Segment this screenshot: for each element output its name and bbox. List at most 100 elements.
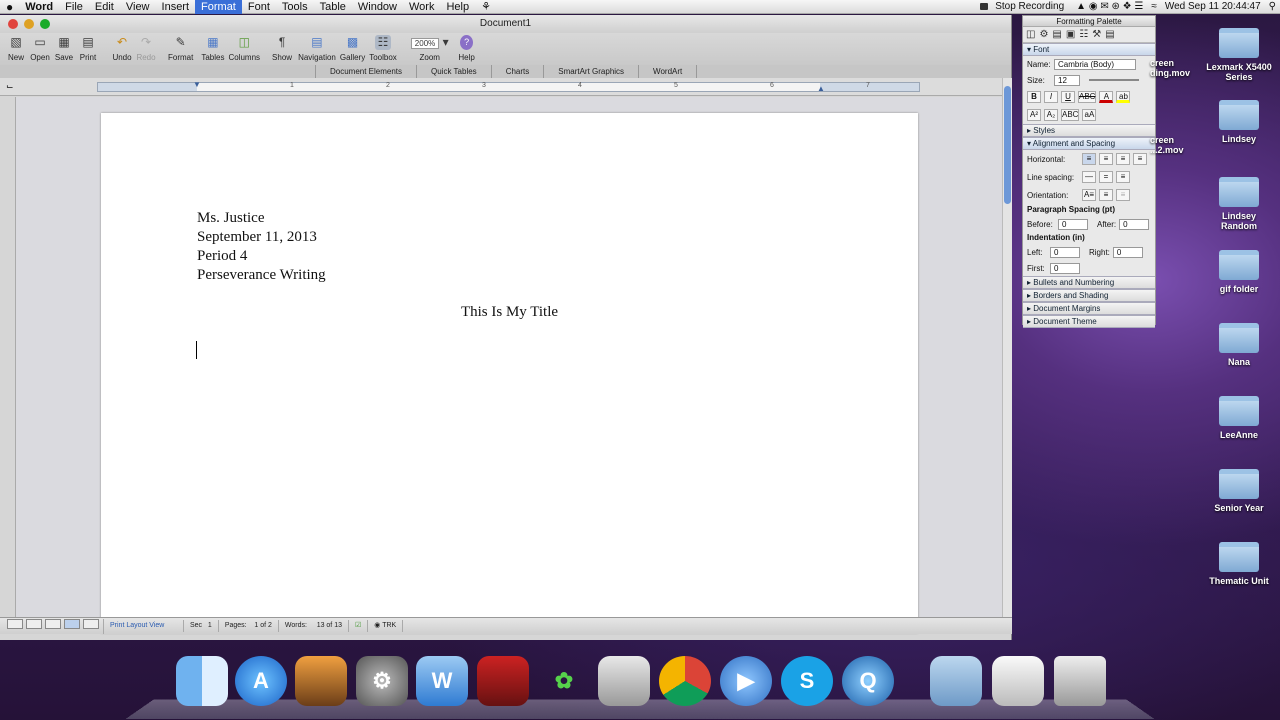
tab-wordart[interactable]: WordArt [638, 65, 698, 79]
menu-edit[interactable]: Edit [89, 0, 120, 14]
orientation-rotated-button[interactable]: ≡ [1116, 189, 1130, 201]
track-changes[interactable]: ◉ TRK [368, 620, 404, 632]
document-page[interactable]: Ms. Justice September 11, 2013 Period 4 … [101, 113, 918, 633]
menu-insert[interactable]: Insert [156, 0, 196, 14]
menu-format[interactable]: Format [195, 0, 242, 14]
italic-button[interactable]: I [1044, 91, 1058, 103]
small-caps-button[interactable]: ABC [1061, 109, 1080, 121]
desktop-folder-leeanne[interactable]: LeeAnne [1204, 396, 1274, 440]
finder-icon[interactable] [176, 656, 228, 706]
app-menu[interactable]: Word [19, 0, 59, 14]
object-palette-icon[interactable]: ⚙ [1039, 29, 1048, 40]
app-store-icon[interactable]: A [235, 656, 287, 706]
gallery-button[interactable]: ▩ Gallery [340, 35, 365, 62]
print-layout-view-button[interactable] [64, 618, 80, 629]
words-indicator[interactable]: Words: 13 of 13 [279, 620, 349, 632]
vertical-ruler[interactable] [0, 97, 16, 617]
heading-line-3[interactable]: Period 4 [197, 248, 247, 265]
desktop-partial-file-2[interactable]: creen ...2.mov [1150, 135, 1190, 155]
tables-button[interactable]: ▦ Tables [201, 35, 224, 62]
orientation-horizontal-button[interactable]: A≡ [1082, 189, 1096, 201]
compatibility-icon[interactable]: ⚒ [1092, 29, 1101, 40]
projects-icon[interactable]: ▤ [1105, 29, 1114, 40]
underline-button[interactable]: U [1061, 91, 1075, 103]
apple-menu-icon[interactable]: ● [0, 0, 19, 14]
vertical-scrollbar[interactable] [1002, 78, 1012, 618]
system-preferences-icon[interactable]: ⚙ [356, 656, 408, 706]
heading-line-4[interactable]: Perseverance Writing [197, 267, 326, 284]
margins-section-header[interactable]: ▸ Document Margins [1023, 302, 1155, 315]
tab-quick-tables[interactable]: Quick Tables [416, 65, 491, 79]
stop-recording-button[interactable]: Stop Recording [976, 0, 1072, 14]
zoom-control[interactable]: 200% ▾ Zoom [410, 35, 449, 62]
heading-line-1[interactable]: Ms. Justice [197, 210, 265, 227]
desktop-folder-senior-year[interactable]: Senior Year [1204, 469, 1274, 513]
spotlight-icon[interactable]: ⚲ [1265, 0, 1280, 14]
navigation-button[interactable]: ▤ Navigation [298, 35, 336, 62]
desktop-folder-thematic-unit[interactable]: Thematic Unit [1204, 542, 1274, 586]
view-buttons[interactable] [0, 618, 104, 634]
reference-tools-icon[interactable]: ☷ [1079, 29, 1088, 40]
align-left-button[interactable]: ≡ [1082, 153, 1096, 165]
messages-icon[interactable]: ✿ [538, 656, 590, 706]
font-size-field[interactable]: 12 [1054, 74, 1080, 86]
align-center-button[interactable]: ≡ [1099, 153, 1113, 165]
desktop-folder-gif[interactable]: gif folder [1204, 250, 1274, 294]
publishing-view-button[interactable] [45, 618, 61, 629]
spelling-status-icon[interactable]: ☑ [349, 620, 369, 632]
new-button[interactable]: ▧ New [6, 35, 26, 62]
clock[interactable]: Wed Sep 11 20:44:47 [1161, 0, 1265, 14]
menu-file[interactable]: File [59, 0, 89, 14]
desktop-partial-file-1[interactable]: creen ding.mov [1150, 58, 1190, 78]
indent-marker-icon[interactable]: ▼ [193, 80, 201, 89]
tab-document-elements[interactable]: Document Elements [315, 65, 416, 79]
font-color-button[interactable]: A [1099, 91, 1114, 103]
outline-view-button[interactable] [26, 618, 42, 629]
orientation-vertical-button[interactable]: ≡ [1099, 189, 1113, 201]
menu-font[interactable]: Font [242, 0, 276, 14]
left-indent-field[interactable]: 0 [1050, 246, 1080, 258]
menu-work[interactable]: Work [403, 0, 440, 14]
menu-window[interactable]: Window [352, 0, 403, 14]
photos-icon[interactable] [598, 656, 650, 706]
zoom-value[interactable]: 200% [410, 38, 440, 49]
after-field[interactable]: 0 [1119, 218, 1150, 230]
document-title[interactable]: This Is My Title [101, 304, 918, 321]
wifi-icon[interactable]: ≈ [1147, 0, 1161, 14]
desktop-folder-lindsey[interactable]: Lindsey [1204, 100, 1274, 144]
undo-button[interactable]: ↶ Undo [112, 35, 132, 62]
subscript-button[interactable]: A₂ [1044, 109, 1058, 121]
menu-view[interactable]: View [120, 0, 156, 14]
notebook-view-button[interactable] [83, 618, 99, 629]
bullets-section-header[interactable]: ▸ Bullets and Numbering [1023, 276, 1155, 289]
menu-tools[interactable]: Tools [276, 0, 314, 14]
draft-view-button[interactable] [7, 618, 23, 629]
styles-section-header[interactable]: ▸ Styles [1023, 124, 1155, 137]
heading-line-2[interactable]: September 11, 2013 [197, 229, 317, 246]
trash-icon[interactable] [1054, 656, 1106, 706]
highlight-button[interactable]: ab [1116, 91, 1131, 103]
align-right-button[interactable]: ≡ [1116, 153, 1130, 165]
tab-smartart-graphics[interactable]: SmartArt Graphics [543, 65, 638, 79]
quicktime-icon[interactable]: Q [842, 656, 894, 706]
menu-table[interactable]: Table [314, 0, 352, 14]
single-spacing-button[interactable]: — [1082, 171, 1096, 183]
applications-folder-icon[interactable] [930, 656, 982, 706]
all-caps-button[interactable]: aA [1082, 109, 1097, 121]
pages-indicator[interactable]: Pages: 1 of 2 [219, 620, 279, 632]
toolbox-button[interactable]: ☷ Toolbox [369, 35, 397, 62]
font-section-header[interactable]: ▾ Font [1023, 43, 1155, 56]
script-menu-icon[interactable]: ⚘ [475, 0, 497, 14]
scrapbook-icon[interactable]: ▣ [1066, 29, 1075, 40]
print-button[interactable]: ▤ Print [78, 35, 98, 62]
save-button[interactable]: ▦ Save [54, 35, 74, 62]
photo-booth-icon[interactable] [477, 656, 529, 706]
formatting-palette-icon[interactable]: ◫ [1026, 29, 1035, 40]
one-half-spacing-button[interactable]: = [1099, 171, 1113, 183]
tab-charts[interactable]: Charts [490, 65, 544, 79]
size-slider[interactable] [1089, 79, 1139, 81]
help-button[interactable]: ? Help [457, 35, 477, 62]
documents-icon[interactable] [992, 656, 1044, 706]
horizontal-ruler[interactable]: ⌙ 1 2 3 4 5 6 7 ▼ ▲ [0, 78, 1012, 96]
tab-selector-icon[interactable]: ⌙ [6, 81, 14, 92]
